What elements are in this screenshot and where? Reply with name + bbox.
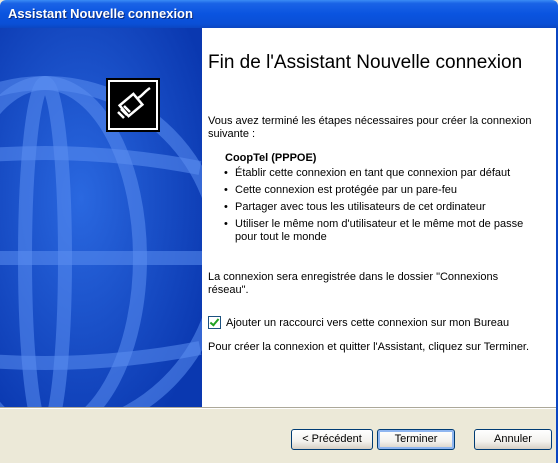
- connection-name: CoopTel (PPPOE): [225, 152, 317, 164]
- list-item: • Établir cette connexion en tant que con…: [224, 167, 511, 179]
- settings-list: • Établir cette connexion en tant que con…: [222, 167, 542, 248]
- wizard-sidebar: [0, 28, 202, 407]
- globe-watermark: [0, 28, 202, 407]
- shortcut-checkbox-label[interactable]: Ajouter un raccourci vers cette connexio…: [226, 317, 509, 329]
- page-title: Fin de l'Assistant Nouvelle connexion: [208, 52, 523, 73]
- list-item: • Partager avec tous les utilisateurs de …: [224, 201, 486, 213]
- finish-button[interactable]: Terminer: [377, 429, 455, 450]
- network-cable-icon: [106, 78, 160, 132]
- shortcut-checkbox-row[interactable]: Ajouter un raccourci vers cette connexio…: [208, 316, 509, 329]
- title-bar[interactable]: Assistant Nouvelle connexion: [0, 0, 558, 28]
- wizard-window: Assistant Nouvelle connexion Fin de l'As…: [0, 0, 558, 463]
- wizard-content: Fin de l'Assistant Nouvelle connexion Vo…: [202, 28, 558, 407]
- previous-button[interactable]: < Précédent: [291, 429, 373, 450]
- intro-text: Vous avez terminé les étapes nécessaires…: [208, 115, 532, 140]
- cancel-button[interactable]: Annuler: [474, 429, 552, 450]
- list-item: • Utiliser le même nom d'utilisateur et l…: [224, 218, 524, 243]
- finish-note: Pour créer la connexion et quitter l'Ass…: [208, 341, 530, 353]
- shortcut-checkbox[interactable]: [208, 316, 221, 329]
- window-title: Assistant Nouvelle connexion: [8, 6, 193, 21]
- folder-note: La connexion sera enregistrée dans le do…: [208, 271, 499, 296]
- list-item: • Cette connexion est protégée par un par…: [224, 184, 457, 196]
